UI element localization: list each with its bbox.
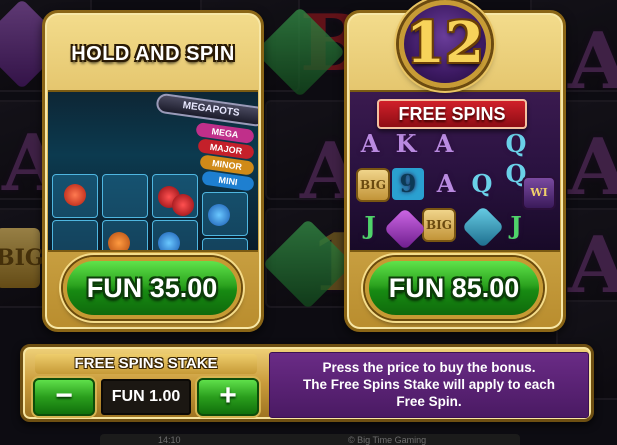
purple-gem-icon: [383, 207, 427, 250]
stake-increase-button[interactable]: +: [197, 378, 259, 416]
status-bar: 14:10 © Big Time Gaming: [100, 434, 520, 445]
free-spins-price-button[interactable]: FUN 85.00: [365, 257, 543, 319]
symbol-tile: A: [360, 129, 380, 158]
blue-fruit-icon: [208, 204, 230, 226]
free-spins-count: 12: [406, 10, 484, 76]
hold-and-spin-price-button[interactable]: FUN 35.00: [63, 257, 241, 319]
cyan-gem-icon: [461, 205, 505, 249]
blue-fruit-icon: [158, 232, 180, 250]
symbol-tile: K: [395, 129, 417, 158]
symbol-tile: A: [434, 129, 454, 158]
big-tile: BIG: [356, 168, 390, 202]
free-spins-stake-label: FREE SPINS STAKE: [35, 354, 257, 374]
hold-and-spin-card: HOLD AND SPIN MEGAPOTS MEGA MAJOR MINOR …: [42, 10, 264, 332]
info-line: Free Spin.: [396, 394, 462, 409]
big-tile: BIG: [422, 208, 456, 242]
bonus-info-text: Press the price to buy the bonus. The Fr…: [269, 352, 589, 418]
hold-cell: [52, 220, 98, 250]
info-line: The Free Spins Stake will apply to each: [302, 377, 556, 392]
hold-and-spin-title: HOLD AND SPIN: [71, 43, 235, 65]
wild-tile: WI: [522, 176, 556, 210]
hold-cell: [102, 174, 148, 218]
stake-panel: FREE SPINS STAKE − FUN 1.00 + Press the …: [20, 344, 594, 422]
free-spins-banner: FREE SPINS: [377, 99, 527, 129]
symbol-tile: Q: [471, 169, 493, 198]
stake-value: FUN 1.00: [101, 379, 191, 415]
hold-and-spin-preview: MEGAPOTS MEGA MAJOR MINOR MINI: [48, 90, 258, 252]
stake-controls: FREE SPINS STAKE − FUN 1.00 +: [31, 353, 267, 417]
hold-cell: [202, 238, 248, 250]
megapots-banner: MEGAPOTS: [155, 92, 258, 128]
symbol-tile: J: [364, 211, 376, 240]
symbol-tile: J: [510, 211, 522, 240]
symbol-tile: 9: [392, 168, 424, 200]
info-line: Press the price to buy the bonus.: [322, 360, 536, 375]
symbol-tile: Q: [505, 129, 527, 158]
clock: 14:10: [158, 435, 181, 445]
brand-label: © Big Time Gaming: [348, 435, 427, 445]
free-spins-count-medallion: 12: [399, 0, 491, 88]
symbol-tile: A: [436, 169, 456, 198]
cherry-icon: [172, 194, 194, 216]
orange-fruit-icon: [108, 232, 130, 250]
stake-decrease-button[interactable]: −: [33, 378, 95, 416]
orange-fruit-icon: [64, 184, 86, 206]
